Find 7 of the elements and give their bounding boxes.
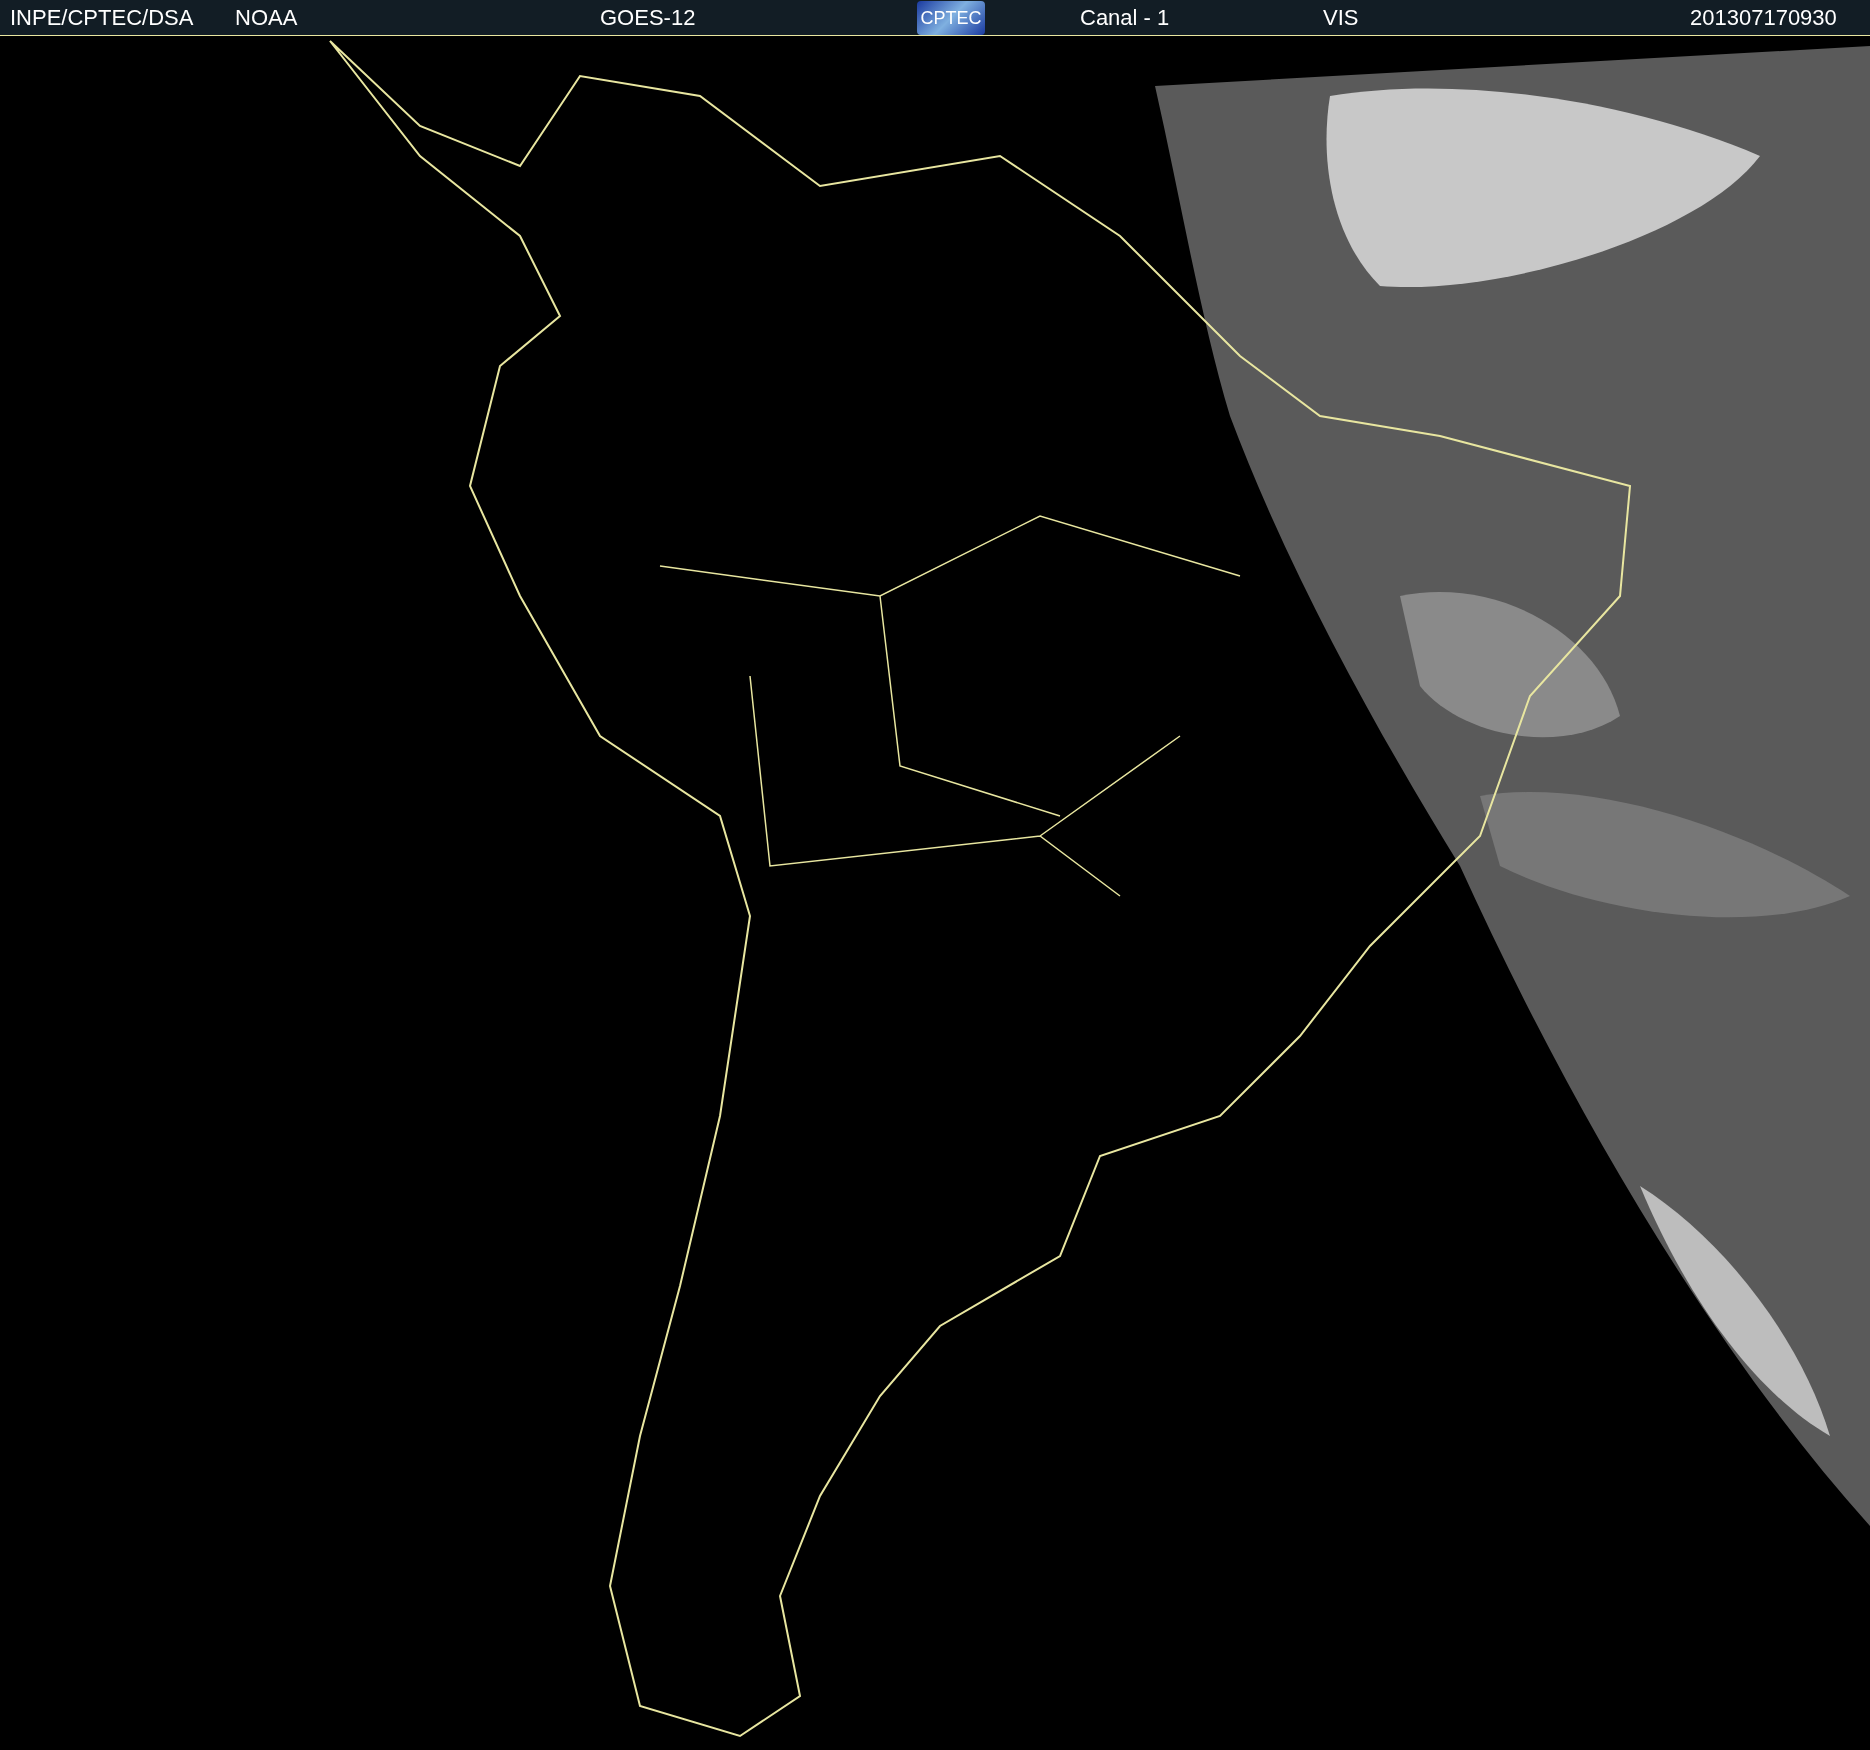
header-label: VIS <box>1323 4 1359 32</box>
header-label: GOES-12 <box>600 4 696 32</box>
header-label: 201307170930 <box>1690 4 1837 32</box>
header-label: Canal - 1 <box>1080 4 1170 32</box>
logo: CPTEC <box>917 0 985 35</box>
header-label: NOAA <box>235 4 298 32</box>
header-label: INPE/CPTEC/DSA <box>10 4 194 32</box>
